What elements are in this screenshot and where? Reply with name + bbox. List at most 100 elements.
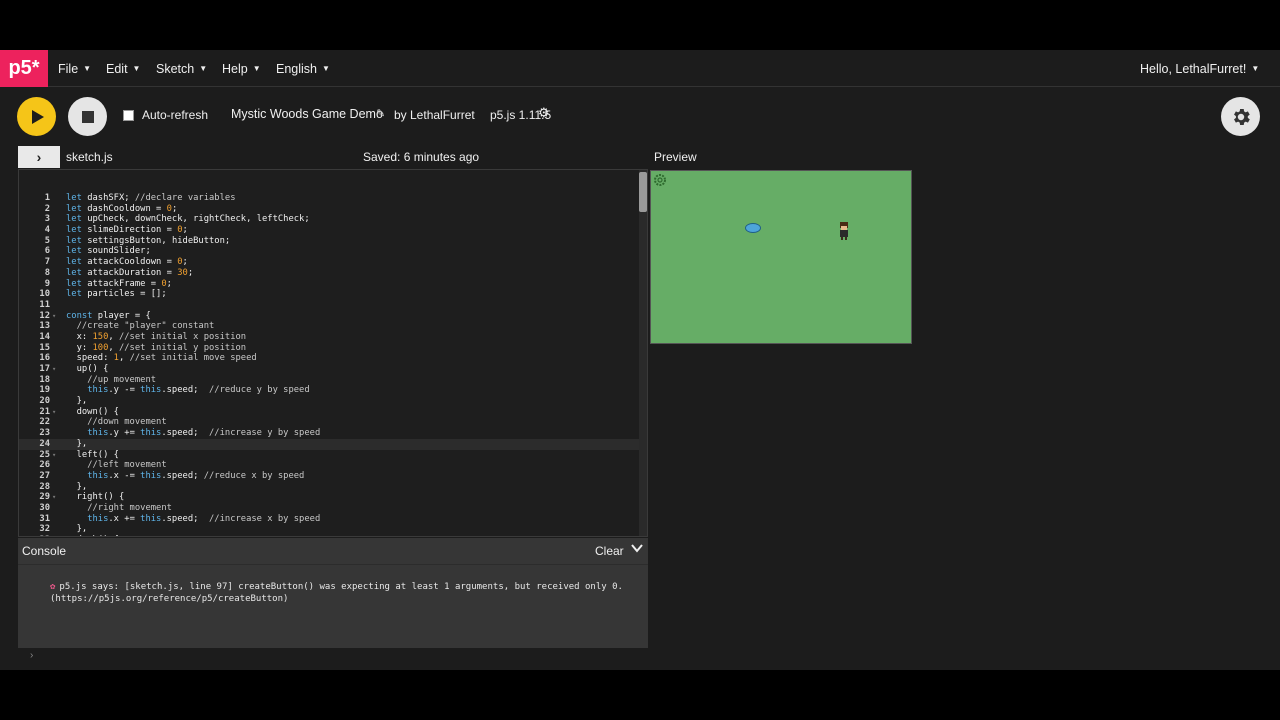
code-line[interactable]: 9 let attackFrame = 0;: [19, 279, 639, 290]
console-input-prompt[interactable]: ›: [30, 650, 33, 661]
code-text[interactable]: const player = {: [66, 311, 151, 322]
code-text[interactable]: right() {: [66, 492, 125, 503]
code-text[interactable]: this.x += this.speed; //increase x by sp…: [66, 514, 320, 525]
auto-refresh-checkbox[interactable]: Auto-refresh: [123, 108, 208, 122]
code-line[interactable]: 23 this.y += this.speed; //increase y by…: [19, 428, 639, 439]
code-text[interactable]: //down movement: [66, 417, 166, 428]
code-text[interactable]: x: 150, //set initial x position: [66, 332, 246, 343]
code-line[interactable]: 12 ▾ const player = {: [19, 311, 639, 322]
menu-sketch[interactable]: Sketch ▼: [156, 50, 207, 87]
code-text[interactable]: let upCheck, downCheck, rightCheck, left…: [66, 214, 310, 225]
chevron-down-icon[interactable]: [630, 541, 644, 558]
code-line[interactable]: 6 let soundSlider;: [19, 246, 639, 257]
code-text[interactable]: this.x -= this.speed; //reduce x by spee…: [66, 471, 304, 482]
code-line[interactable]: 22 //down movement: [19, 417, 639, 428]
code-text[interactable]: let dashCooldown = 0;: [66, 204, 177, 215]
code-line[interactable]: 20 },: [19, 396, 639, 407]
fold-arrow-icon[interactable]: ▾: [52, 492, 56, 503]
code-line[interactable]: 32 },: [19, 524, 639, 535]
gear-icon[interactable]: [653, 173, 667, 187]
file-name-tab[interactable]: sketch.js: [66, 150, 113, 164]
fold-arrow-icon[interactable]: ▾: [52, 407, 56, 418]
code-line[interactable]: 4 let slimeDirection = 0;: [19, 225, 639, 236]
code-text[interactable]: left() {: [66, 450, 119, 461]
code-text[interactable]: this.y -= this.speed; //reduce y by spee…: [66, 385, 309, 396]
code-text[interactable]: //right movement: [66, 503, 172, 514]
code-line[interactable]: 11: [19, 300, 639, 311]
code-line[interactable]: 15 y: 100, //set initial y position: [19, 343, 639, 354]
settings-button[interactable]: [1221, 97, 1260, 136]
line-number: 5: [44, 235, 50, 246]
code-text[interactable]: let slimeDirection = 0;: [66, 225, 188, 236]
code-line[interactable]: 30 //right movement: [19, 503, 639, 514]
code-text[interactable]: down() {: [66, 407, 119, 418]
code-text[interactable]: speed: 1, //set initial move speed: [66, 353, 257, 364]
editor-scroll-thumb[interactable]: [639, 172, 647, 212]
menu-edit[interactable]: Edit ▼: [106, 50, 140, 87]
sketch-name[interactable]: Mystic Woods Game Demo: [231, 107, 383, 121]
stop-button[interactable]: [68, 97, 107, 136]
checkbox-box[interactable]: [123, 109, 134, 121]
code-line[interactable]: 26 //left movement: [19, 460, 639, 471]
menu-help[interactable]: Help ▼: [222, 50, 261, 87]
code-line[interactable]: 21 ▾ down() {: [19, 407, 639, 418]
code-text[interactable]: let attackFrame = 0;: [66, 279, 172, 290]
sketch-author[interactable]: by LethalFurret: [394, 108, 475, 122]
code-line[interactable]: 1 let dashSFX; //declare variables: [19, 193, 639, 204]
code-line[interactable]: 10 let particles = [];: [19, 289, 639, 300]
code-text[interactable]: },: [66, 439, 88, 450]
code-line[interactable]: 19 this.y -= this.speed; //reduce y by s…: [19, 385, 639, 396]
menu-language[interactable]: English ▼: [276, 50, 330, 87]
code-text[interactable]: //left movement: [66, 460, 166, 471]
code-line[interactable]: 24 },: [19, 438, 639, 450]
code-text[interactable]: },: [66, 482, 88, 493]
fold-arrow-icon[interactable]: ▾: [52, 311, 56, 322]
menu-file[interactable]: File ▼: [58, 50, 91, 87]
code-text[interactable]: let soundSlider;: [66, 246, 151, 257]
fold-arrow-icon[interactable]: ▾: [52, 364, 56, 375]
code-line[interactable]: 18 //up movement: [19, 375, 639, 386]
code-text[interactable]: y: 100, //set initial y position: [66, 343, 246, 354]
code-line[interactable]: 17 ▾ up() {: [19, 364, 639, 375]
code-text[interactable]: let particles = [];: [66, 289, 167, 300]
code-line[interactable]: 13 //create "player" constant: [19, 321, 639, 332]
sidebar-toggle-button[interactable]: ›: [18, 146, 60, 168]
code-line[interactable]: 8 let attackDuration = 30;: [19, 268, 639, 279]
fold-arrow-icon[interactable]: ▾: [52, 450, 56, 461]
code-text[interactable]: this.y += this.speed; //increase y by sp…: [66, 428, 320, 439]
code-line[interactable]: 25 ▾ left() {: [19, 450, 639, 461]
code-line[interactable]: 5 let settingsButton, hideButton;: [19, 236, 639, 247]
code-lines[interactable]: 1 let dashSFX; //declare variables 2 let da…: [19, 193, 639, 536]
console-clear-button[interactable]: Clear: [595, 544, 624, 558]
code-text[interactable]: let dashSFX; //declare variables: [66, 193, 236, 204]
code-line[interactable]: 3 let upCheck, downCheck, rightCheck, lef…: [19, 214, 639, 225]
code-line[interactable]: 7 let attackCooldown = 0;: [19, 257, 639, 268]
user-menu[interactable]: Hello, LethalFurret! ▼: [1140, 50, 1259, 87]
pencil-icon[interactable]: ✎: [376, 107, 385, 120]
console-message-link[interactable]: (https://p5js.org/reference/p5/createBut…: [50, 594, 288, 604]
code-line[interactable]: 2 let dashCooldown = 0;: [19, 204, 639, 215]
p5-logo[interactable]: p5*: [0, 50, 48, 87]
code-text[interactable]: let attackCooldown = 0;: [66, 257, 188, 268]
version-settings-icon[interactable]: ⚙: [538, 105, 550, 121]
play-button[interactable]: [17, 97, 56, 136]
preview-canvas[interactable]: [650, 170, 912, 344]
code-line[interactable]: 28 },: [19, 482, 639, 493]
code-line[interactable]: 33 dash() {: [19, 535, 639, 536]
code-line[interactable]: 31 this.x += this.speed; //increase x by…: [19, 514, 639, 525]
code-text[interactable]: //create "player" constant: [66, 321, 215, 332]
editor-scrollbar[interactable]: [639, 170, 647, 536]
code-text[interactable]: up() {: [66, 364, 109, 375]
code-editor[interactable]: 1 let dashSFX; //declare variables 2 let da…: [18, 169, 648, 537]
line-number: 26: [39, 460, 50, 471]
code-line[interactable]: 29 ▾ right() {: [19, 492, 639, 503]
code-text[interactable]: },: [66, 396, 88, 407]
code-text[interactable]: },: [66, 524, 88, 535]
code-line[interactable]: 16 speed: 1, //set initial move speed: [19, 353, 639, 364]
code-text[interactable]: //up movement: [66, 375, 156, 386]
code-text[interactable]: let attackDuration = 30;: [66, 268, 193, 279]
code-text[interactable]: dash() {: [66, 535, 119, 536]
code-text[interactable]: let settingsButton, hideButton;: [66, 236, 230, 247]
code-line[interactable]: 14 x: 150, //set initial x position: [19, 332, 639, 343]
code-line[interactable]: 27 this.x -= this.speed; //reduce x by s…: [19, 471, 639, 482]
